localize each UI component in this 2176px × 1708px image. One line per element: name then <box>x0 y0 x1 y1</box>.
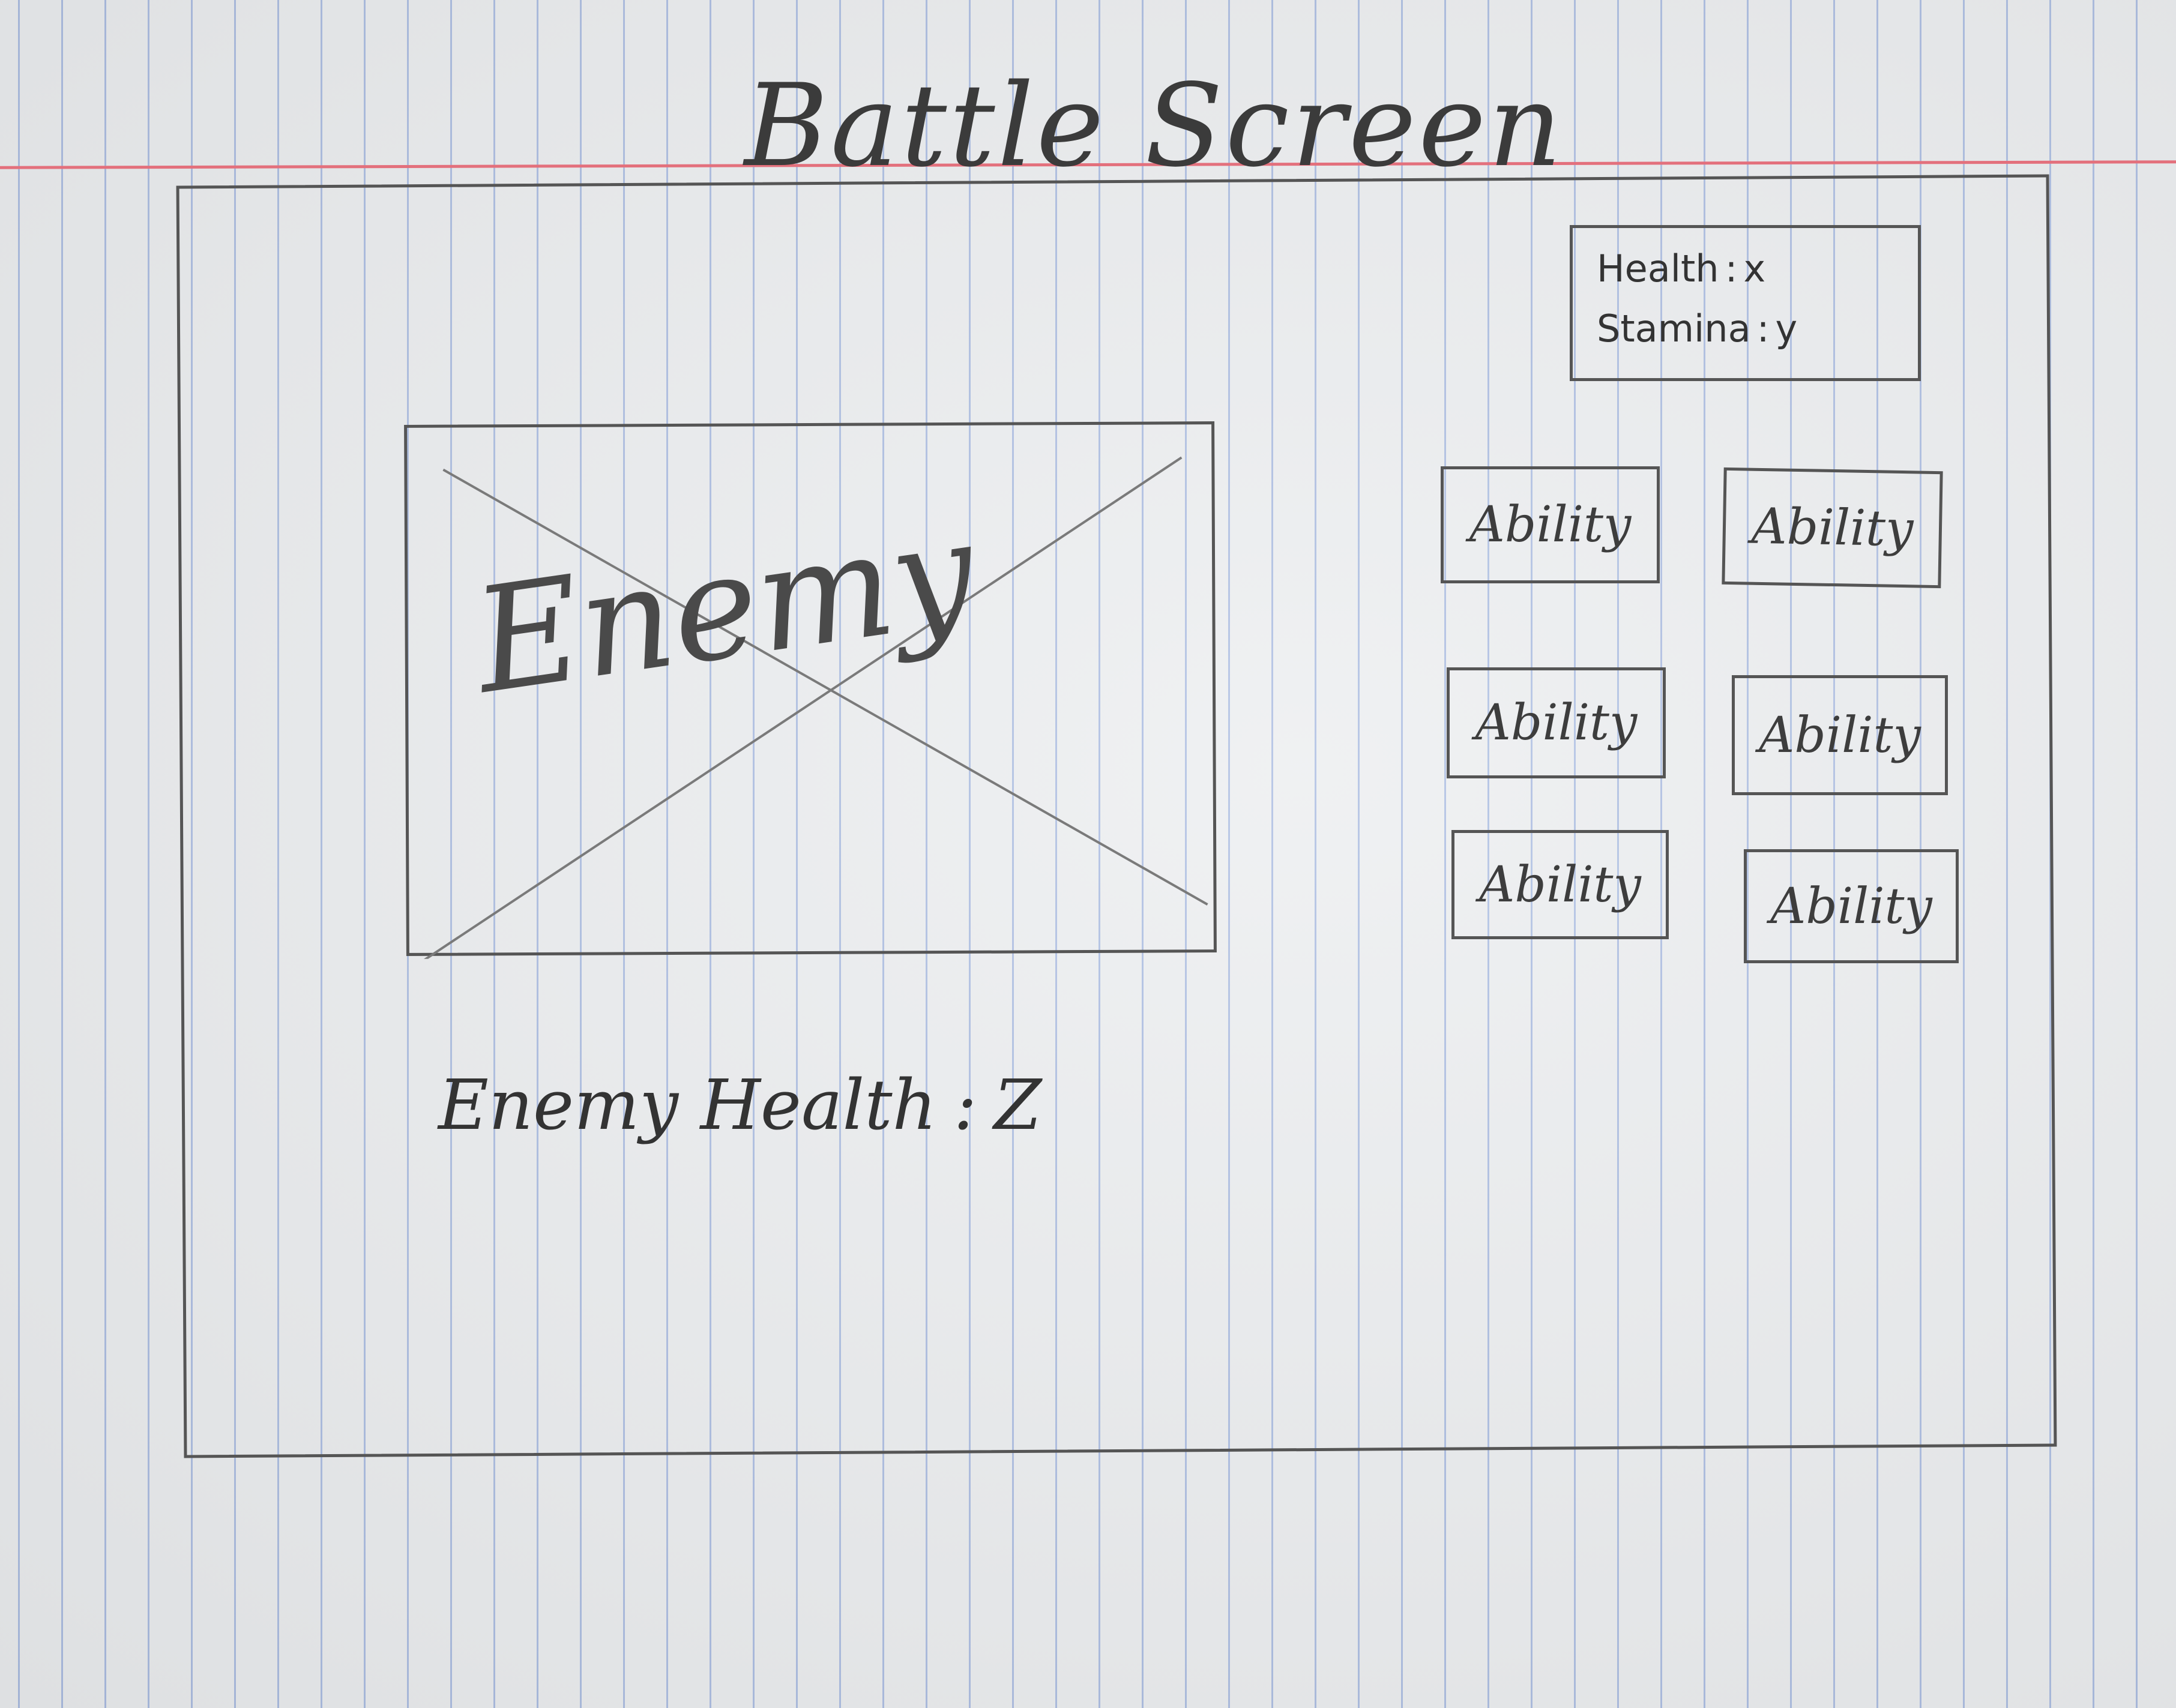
enemy-health-readout: Enemy Health : Z <box>438 1065 1041 1146</box>
ability-label: Ability <box>1479 856 1641 913</box>
health-separator: : <box>1725 247 1738 290</box>
ability-button-1[interactable]: Ability <box>1441 466 1660 583</box>
stamina-separator: : <box>1756 307 1770 350</box>
screen-title: Battle Screen <box>744 59 1564 192</box>
ability-button-3[interactable]: Ability <box>1447 667 1666 778</box>
ability-label: Ability <box>1469 496 1632 553</box>
player-stats-panel: Health : x Stamina : y <box>1570 225 1921 381</box>
stamina-label: Stamina <box>1597 307 1751 350</box>
enemy-image-placeholder: Enemy <box>404 421 1217 959</box>
ability-label: Ability <box>1750 498 1914 558</box>
health-value: x <box>1743 247 1766 290</box>
enemy-health-separator: : <box>953 1065 977 1146</box>
health-label: Health <box>1597 247 1719 290</box>
ability-label: Ability <box>1475 694 1638 751</box>
ability-button-5[interactable]: Ability <box>1451 830 1669 939</box>
stamina-stat: Stamina : y <box>1597 299 1894 359</box>
ability-label: Ability <box>1770 877 1932 935</box>
ability-label: Ability <box>1759 706 1921 764</box>
ability-button-2[interactable]: Ability <box>1722 467 1943 589</box>
enemy-health-label: Enemy Health <box>438 1065 937 1146</box>
health-stat: Health : x <box>1597 239 1894 299</box>
ability-button-6[interactable]: Ability <box>1744 849 1959 963</box>
enemy-health-value: Z <box>993 1065 1042 1146</box>
stamina-value: y <box>1775 307 1798 350</box>
ability-button-4[interactable]: Ability <box>1732 675 1948 795</box>
